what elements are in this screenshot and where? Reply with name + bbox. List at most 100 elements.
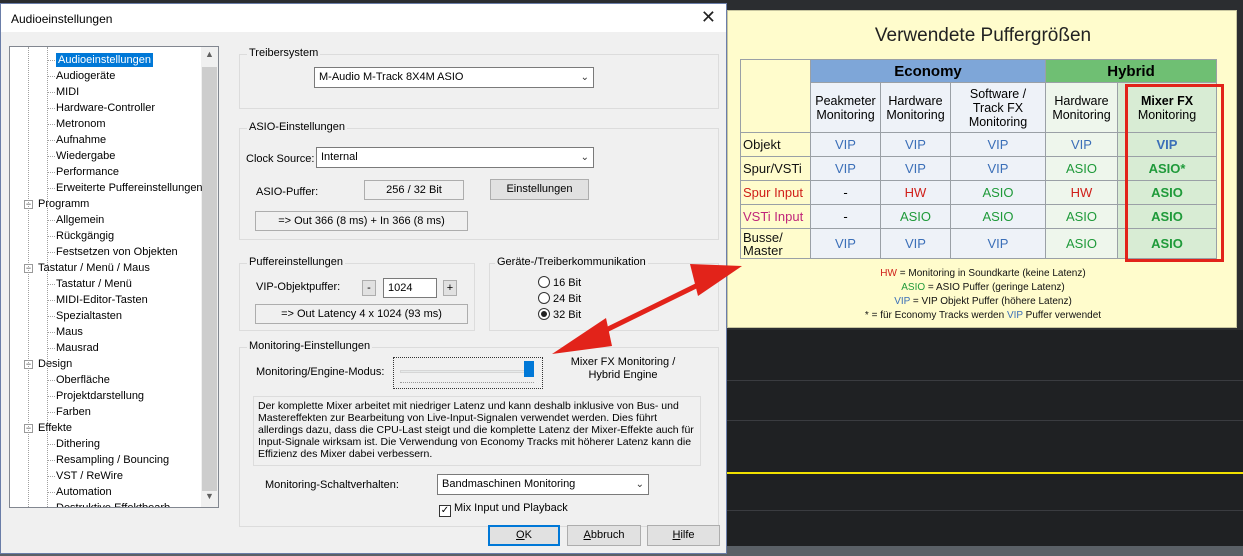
bit-depth-label: 16 Bit <box>553 277 582 289</box>
tree-item[interactable]: Performance <box>56 165 119 179</box>
vip-buffer-input[interactable]: 1024 <box>383 278 437 298</box>
tree-item[interactable]: Automation <box>56 485 112 499</box>
cancel-button[interactable]: Abbruch <box>567 525 641 546</box>
buffer-cell: VIP <box>950 132 1046 157</box>
buffer-cell: ASIO <box>1045 228 1118 259</box>
tree-item[interactable]: Rückgängig <box>56 229 114 243</box>
tree-item[interactable]: MIDI <box>56 85 79 99</box>
column-header: Software / Track FX Monitoring <box>950 82 1046 133</box>
ok-label: OK <box>516 529 532 541</box>
ok-button[interactable]: OK <box>488 525 560 546</box>
bit-depth-label: 32 Bit <box>553 309 582 321</box>
column-header-line: Monitoring <box>816 107 875 122</box>
bit-depth-radio[interactable]: 16 Bit <box>538 276 581 290</box>
scroll-down-icon[interactable]: ▼ <box>201 491 218 501</box>
mix-input-checkbox[interactable]: ✓ Mix Input und Playback <box>439 502 568 517</box>
tree-item[interactable]: Effekte <box>38 421 72 435</box>
close-icon[interactable]: ✕ <box>701 8 716 26</box>
row-header-line: Busse/ <box>743 229 783 245</box>
tree-item[interactable]: Hardware-Controller <box>56 101 155 115</box>
schaltverhalten-value: Bandmaschinen Monitoring <box>442 478 576 490</box>
schaltverhalten-select[interactable]: Bandmaschinen Monitoring ⌄ <box>437 474 649 495</box>
monitoring-mode-value-line2: Hybrid Engine <box>588 369 658 381</box>
asio-settings-button[interactable]: Einstellungen <box>490 179 589 200</box>
tree-item[interactable]: Tastatur / Menü <box>56 277 132 291</box>
scrollbar-thumb[interactable] <box>202 67 217 491</box>
monitoring-mode-slider[interactable] <box>393 357 543 389</box>
scroll-up-icon[interactable]: ▲ <box>201 49 218 59</box>
tree-item[interactable]: Destruktive Effektbearb <box>56 501 170 507</box>
buffer-cell: VIP <box>810 228 881 259</box>
tree-connector <box>47 220 55 221</box>
vip-buffer-label: VIP-Objektpuffer: <box>256 281 341 293</box>
buffer-cell: ASIO <box>1045 156 1118 181</box>
tree-item[interactable]: Tastatur / Menü / Maus <box>38 261 150 275</box>
tree-item[interactable]: MIDI-Editor-Tasten <box>56 293 148 307</box>
tree-item[interactable]: Mausrad <box>56 341 99 355</box>
tree-item[interactable]: Maus <box>56 325 83 339</box>
column-header-line: Monitoring <box>1052 107 1111 122</box>
tree-connector <box>47 316 55 317</box>
tree-item[interactable]: Wiedergabe <box>56 149 115 163</box>
tree-item[interactable]: Resampling / Bouncing <box>56 453 169 467</box>
tree-connector <box>47 332 55 333</box>
tree-item[interactable]: Allgemein <box>56 213 104 227</box>
tree-connector <box>47 380 55 381</box>
buffer-info-panel: Verwendete Puffergrößen Economy Hybrid Pea… <box>727 10 1237 328</box>
tree-item[interactable]: Programm <box>38 197 89 211</box>
legend-text: = VIP Objekt Puffer (höhere Latenz) <box>910 296 1072 307</box>
legend-footnote: * = für Economy Tracks werden VIP Puffer… <box>728 309 1238 323</box>
row-header: Objekt <box>740 132 811 157</box>
tree-item[interactable]: Metronom <box>56 117 106 131</box>
tree-scrollbar[interactable]: ▲ ▼ <box>201 47 218 507</box>
tree-connector <box>47 140 55 141</box>
tree-item[interactable]: Audiogeräte <box>56 69 115 83</box>
tree-item[interactable]: Erweiterte Puffereinstellungen <box>56 181 203 195</box>
column-header-line: Peakmeter <box>815 93 876 108</box>
asio-puffer-value: 256 / 32 Bit <box>364 180 464 200</box>
title-bar: Audioeinstellungen ✕ <box>1 4 726 32</box>
row-header: Spur Input <box>740 180 811 205</box>
vip-decrease-button[interactable]: - <box>362 280 376 296</box>
tree-connector <box>47 348 55 349</box>
clock-source-select[interactable]: Internal ⌄ <box>316 147 594 168</box>
column-header-line: Monitoring <box>968 114 1028 129</box>
tree-item[interactable]: Projektdarstellung <box>56 389 144 403</box>
tree-item[interactable]: Dithering <box>56 437 100 451</box>
schaltverhalten-label: Monitoring-Schaltverhalten: <box>265 479 399 491</box>
tree-connector <box>47 236 55 237</box>
tree-item[interactable]: Spezialtasten <box>56 309 122 323</box>
tree-item[interactable]: Oberfläche <box>56 373 110 387</box>
tree-connector <box>47 92 55 93</box>
help-button[interactable]: Hilfe <box>647 525 720 546</box>
legend-line: VIP = VIP Objekt Puffer (höhere Latenz) <box>728 295 1238 309</box>
column-header: Peakmeter Monitoring <box>810 82 881 133</box>
row-header-line: Spur Input <box>743 185 803 200</box>
row-header-line: Objekt <box>743 137 781 152</box>
legend-text: = Monitoring in Soundkarte (keine Latenz… <box>896 268 1086 279</box>
bit-depth-radio[interactable]: 32 Bit <box>538 308 581 322</box>
daw-track-line <box>726 510 1243 511</box>
tree-item[interactable]: VST / ReWire <box>56 469 123 483</box>
tree-connector <box>47 60 55 61</box>
tree-item[interactable]: Audioeinstellungen <box>56 53 153 67</box>
driver-select[interactable]: M-Audio M-Track 8X4M ASIO ⌄ <box>314 67 594 88</box>
bit-depth-radio[interactable]: 24 Bit <box>538 292 581 306</box>
footnote-text: * = für Economy Tracks werden <box>864 310 1007 321</box>
buffer-cell: ASIO <box>1045 204 1118 229</box>
mixer-fx-highlight <box>1125 84 1224 262</box>
cancel-label: Abbruch <box>583 529 625 541</box>
buffer-cell: ASIO <box>950 204 1046 229</box>
tree-item[interactable]: Design <box>38 357 72 371</box>
row-header-line: Master <box>743 242 783 258</box>
tree-item[interactable]: Aufnahme <box>56 133 106 147</box>
tree-item[interactable]: Festsetzen von Objekten <box>56 245 178 259</box>
slider-thumb[interactable] <box>524 361 534 377</box>
buffer-cell: HW <box>1045 180 1118 205</box>
buffer-cell: VIP <box>810 132 881 157</box>
row-header-line: VSTi Input <box>743 209 804 224</box>
tree-item[interactable]: Farben <box>56 405 91 419</box>
tree-connector <box>47 47 48 507</box>
buffer-cell: - <box>810 180 881 205</box>
vip-increase-button[interactable]: + <box>443 280 457 296</box>
